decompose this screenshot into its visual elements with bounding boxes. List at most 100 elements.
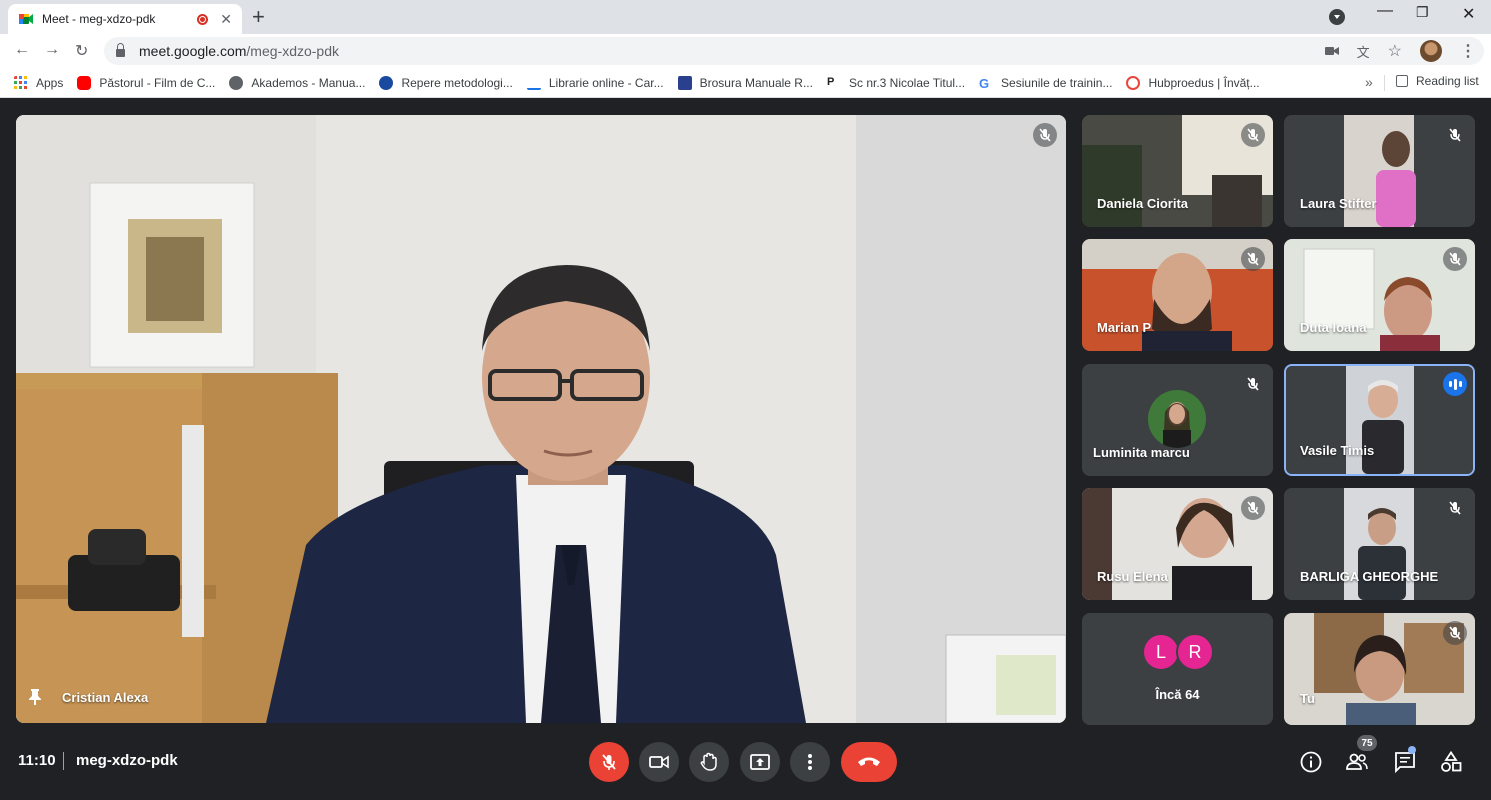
mic-off-icon bbox=[1241, 247, 1265, 271]
bookmark-label: Hubproedus | Învăț... bbox=[1148, 75, 1260, 90]
mic-off-icon bbox=[1443, 123, 1467, 147]
bookmark-pastorul[interactable]: Păstorul - Film de C... bbox=[77, 75, 216, 90]
ministry-crest-icon bbox=[379, 75, 394, 90]
browser-tabstrip: Meet - meg-xdzo-pdk ✕ + — ❐ ✕ bbox=[0, 0, 1491, 34]
participant-tile[interactable]: Laura Stifter bbox=[1284, 115, 1475, 227]
bookmark-label: Sesiunile de trainin... bbox=[1001, 75, 1113, 90]
main-speaker-video bbox=[16, 115, 1066, 723]
meet-stage: Cristian Alexa Daniela Ciorita Laura Sti… bbox=[0, 99, 1491, 800]
end-call-icon bbox=[858, 757, 880, 766]
toggle-camera-button[interactable] bbox=[639, 742, 679, 782]
participant-tile[interactable]: BARLIGA GHEORGHE bbox=[1284, 488, 1475, 600]
participant-name: Luminita marcu bbox=[1093, 445, 1190, 460]
show-everyone-button[interactable] bbox=[1345, 750, 1369, 774]
more-participants-avatars: L R bbox=[1142, 633, 1214, 671]
participant-tile-active-speaker[interactable]: Vasile Timis bbox=[1284, 364, 1475, 476]
new-message-dot bbox=[1408, 746, 1416, 754]
leave-call-button[interactable] bbox=[841, 742, 897, 782]
browser-tab[interactable]: Meet - meg-xdzo-pdk ✕ bbox=[8, 4, 242, 34]
participant-tile[interactable]: Rusu Elena bbox=[1082, 488, 1273, 600]
address-bar[interactable]: meet.google.com/meg-xdzo-pdk 文 ☆ ⋮ bbox=[104, 37, 1484, 65]
people-icon bbox=[1346, 753, 1368, 770]
new-tab-icon[interactable]: + bbox=[252, 4, 265, 30]
bookmark-akademos[interactable]: Akademos - Manua... bbox=[229, 75, 366, 90]
mic-off-icon bbox=[1443, 621, 1467, 645]
forward-icon[interactable]: → bbox=[44, 41, 60, 59]
more-participants-label: Încă 64 bbox=[1155, 687, 1200, 702]
toggle-mic-button[interactable] bbox=[589, 742, 629, 782]
participant-tile[interactable]: Duta Ioana bbox=[1284, 239, 1475, 351]
participant-name: Tu bbox=[1300, 691, 1315, 706]
main-speaker-tile[interactable]: Cristian Alexa bbox=[16, 115, 1066, 723]
translate-icon[interactable]: 文 bbox=[1357, 42, 1370, 61]
participant-tile[interactable]: Luminita marcu bbox=[1082, 364, 1273, 476]
url-text: meet.google.com/meg-xdzo-pdk bbox=[139, 43, 339, 59]
present-screen-button[interactable] bbox=[740, 742, 780, 782]
minimize-icon[interactable]: — bbox=[1377, 2, 1393, 20]
mic-off-icon bbox=[602, 754, 616, 770]
reading-list-label: Reading list bbox=[1416, 74, 1479, 88]
present-screen-icon bbox=[750, 754, 770, 770]
brochure-icon bbox=[677, 75, 692, 90]
raise-hand-button[interactable] bbox=[689, 742, 729, 782]
lock-icon[interactable] bbox=[116, 43, 125, 57]
browser-toolbar: ← → ↻ meet.google.com/meg-xdzo-pdk 文 ☆ ⋮ bbox=[0, 34, 1491, 68]
url-host: meet.google.com bbox=[139, 43, 247, 59]
apps-grid-icon bbox=[14, 75, 27, 89]
bookmark-label: Akademos - Manua... bbox=[251, 75, 366, 90]
participant-name: Laura Stifter bbox=[1300, 196, 1377, 211]
activities-button[interactable] bbox=[1439, 750, 1463, 774]
participant-initial-avatar: L bbox=[1142, 633, 1180, 671]
bookmark-repere[interactable]: Repere metodologi... bbox=[379, 75, 513, 90]
google-meet-favicon-icon bbox=[19, 14, 33, 24]
reading-list-button[interactable]: Reading list bbox=[1396, 74, 1479, 88]
more-options-button[interactable] bbox=[790, 742, 830, 782]
bookmark-brosura[interactable]: Brosura Manuale R... bbox=[677, 75, 813, 90]
more-bookmarks-icon[interactable]: » bbox=[1365, 74, 1373, 90]
tab-title: Meet - meg-xdzo-pdk bbox=[42, 12, 156, 26]
youtube-icon bbox=[77, 75, 92, 90]
bookmark-label: Păstorul - Film de C... bbox=[99, 75, 216, 90]
meeting-details-button[interactable] bbox=[1299, 750, 1323, 774]
participant-avatar bbox=[1148, 390, 1206, 448]
bookmark-label: Apps bbox=[36, 75, 64, 90]
url-path: /meg-xdzo-pdk bbox=[246, 43, 339, 59]
hubproedus-icon bbox=[1126, 75, 1141, 90]
mic-off-icon bbox=[1443, 496, 1467, 520]
browser-menu-icon[interactable]: ⋮ bbox=[1460, 41, 1476, 61]
more-participants-tile[interactable]: L R Încă 64 bbox=[1082, 613, 1273, 725]
libris-icon bbox=[526, 75, 541, 90]
reading-list-icon bbox=[1396, 75, 1408, 87]
meeting-clock: 11:10 bbox=[18, 752, 56, 769]
participant-name: Rusu Elena bbox=[1097, 569, 1168, 584]
close-window-icon[interactable]: ✕ bbox=[1462, 4, 1475, 24]
recording-indicator-icon bbox=[197, 13, 209, 25]
tab-search-icon[interactable] bbox=[1329, 9, 1345, 25]
activities-shapes-icon bbox=[1441, 751, 1462, 772]
back-icon[interactable]: ← bbox=[14, 41, 30, 59]
pin-icon[interactable] bbox=[28, 688, 42, 706]
participant-tile[interactable]: Marian P bbox=[1082, 239, 1273, 351]
bookmark-star-icon[interactable]: ☆ bbox=[1388, 41, 1402, 61]
mic-off-icon bbox=[1443, 247, 1467, 271]
bookmark-hubproedus[interactable]: Hubproedus | Învăț... bbox=[1126, 75, 1260, 90]
maximize-icon[interactable]: ❐ bbox=[1416, 4, 1429, 21]
mic-off-icon bbox=[1241, 123, 1265, 147]
profile-avatar[interactable] bbox=[1420, 40, 1442, 62]
bookmark-label: Sc nr.3 Nicolae Titul... bbox=[848, 75, 966, 90]
chat-icon bbox=[1395, 752, 1415, 773]
more-vert-icon bbox=[808, 754, 812, 770]
bookmark-sesiunile[interactable]: G Sesiunile de trainin... bbox=[979, 75, 1113, 91]
participant-tile[interactable]: Daniela Ciorita bbox=[1082, 115, 1273, 227]
speaking-indicator-icon bbox=[1443, 372, 1467, 396]
bookmark-apps[interactable]: Apps bbox=[14, 75, 64, 90]
camera-in-use-icon[interactable] bbox=[1324, 46, 1339, 56]
bookmark-scoala[interactable]: P Sc nr.3 Nicolae Titul... bbox=[827, 76, 965, 90]
google-icon: G bbox=[979, 75, 990, 91]
bookmark-librarie[interactable]: Librarie online - Car... bbox=[526, 75, 664, 90]
self-view-tile[interactable]: Tu bbox=[1284, 613, 1475, 725]
close-tab-icon[interactable]: ✕ bbox=[220, 11, 232, 28]
camera-icon bbox=[649, 755, 669, 769]
reload-icon[interactable]: ↻ bbox=[75, 41, 88, 61]
meeting-code[interactable]: meg-xdzo-pdk bbox=[76, 752, 178, 769]
